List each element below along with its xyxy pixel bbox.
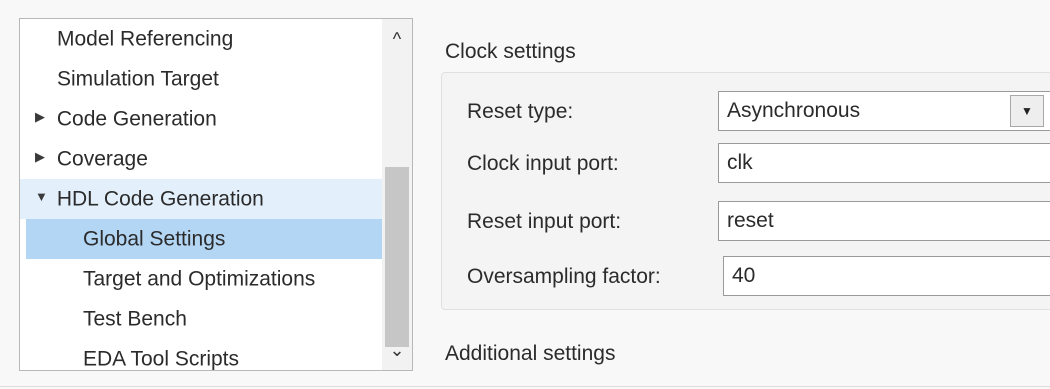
dropdown-arrow-icon[interactable]: ▼: [1010, 95, 1044, 127]
clock-settings-title: Clock settings: [445, 40, 576, 63]
tree-item-label: EDA Tool Scripts: [83, 347, 240, 371]
tree-item-label: Coverage: [56, 147, 148, 171]
tree-item-label: HDL Code Generation: [56, 187, 264, 211]
expand-arrow-icon[interactable]: ▶: [35, 137, 51, 177]
tree-item-model-referencing[interactable]: Model Referencing: [20, 19, 382, 59]
collapse-arrow-icon[interactable]: ▼: [35, 177, 51, 217]
expand-arrow-icon[interactable]: ▶: [35, 97, 51, 137]
tree-item-target-and-optimizations[interactable]: Target and Optimizations: [20, 259, 382, 299]
additional-settings-title: Additional settings: [445, 342, 616, 365]
reset-input-port-label: Reset input port:: [467, 210, 622, 233]
tree-scrollbar[interactable]: ^ ⌄: [382, 19, 412, 370]
tree-item-code-generation[interactable]: ▶ Code Generation: [20, 99, 382, 139]
clock-input-port-label: Clock input port:: [467, 152, 619, 175]
scroll-down-icon[interactable]: ⌄: [382, 330, 412, 370]
oversampling-factor-label: Oversampling factor:: [467, 265, 661, 288]
tree-item-coverage[interactable]: ▶ Coverage: [20, 139, 382, 179]
tree-item-label: Global Settings: [83, 227, 226, 251]
reset-input-port-field[interactable]: reset: [718, 201, 1050, 241]
tree-item-label: Model Referencing: [57, 27, 234, 51]
reset-type-select[interactable]: Asynchronous ▼: [718, 91, 1050, 131]
tree-item-label: Code Generation: [56, 107, 217, 131]
scroll-up-icon[interactable]: ^: [382, 19, 412, 59]
tree-item-global-settings[interactable]: Global Settings: [26, 219, 382, 259]
divider: [0, 386, 1050, 387]
settings-tree: Model Referencing Simulation Target ▶ Co…: [19, 18, 413, 371]
tree-item-label: Target and Optimizations: [83, 267, 316, 291]
reset-type-value: Asynchronous: [727, 99, 861, 122]
tree-item-test-bench[interactable]: Test Bench: [20, 299, 382, 339]
tree-item-hdl-code-generation[interactable]: ▼ HDL Code Generation: [20, 179, 382, 219]
clock-input-port-field[interactable]: clk: [718, 143, 1050, 183]
scroll-thumb[interactable]: [385, 167, 409, 347]
tree-item-eda-tool-scripts[interactable]: EDA Tool Scripts: [20, 339, 382, 371]
oversampling-factor-field[interactable]: 40: [723, 256, 1050, 296]
tree-item-label: Test Bench: [83, 307, 187, 331]
tree-item-label: Simulation Target: [57, 67, 219, 91]
reset-type-label: Reset type:: [467, 100, 574, 123]
tree-item-simulation-target[interactable]: Simulation Target: [20, 59, 382, 99]
